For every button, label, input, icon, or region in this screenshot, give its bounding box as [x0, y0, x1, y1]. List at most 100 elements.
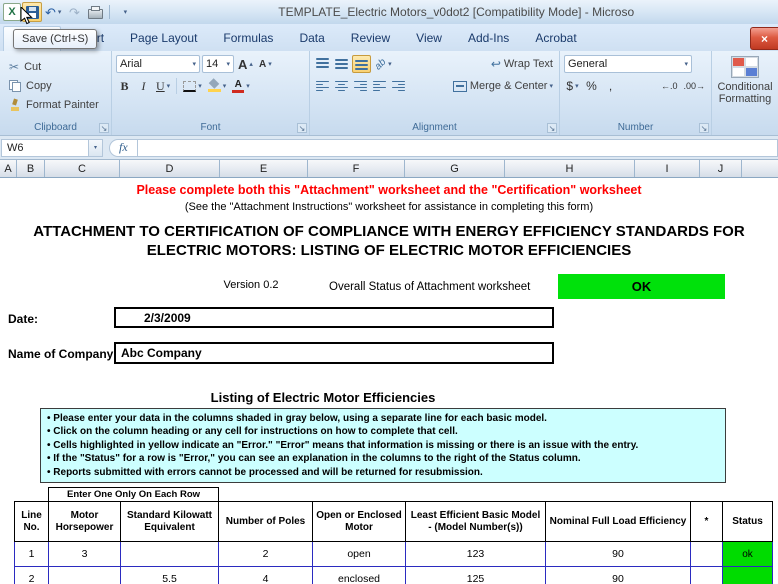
decrease-decimal-button[interactable]: .00→: [681, 77, 707, 95]
font-dialog-launcher[interactable]: ↘: [297, 123, 307, 133]
header-nominal-efficiency[interactable]: Nominal Full Load Efficiency: [546, 502, 691, 542]
print-button[interactable]: [85, 2, 105, 22]
font-color-button[interactable]: A▾: [230, 77, 252, 95]
align-top-button[interactable]: [314, 55, 331, 73]
merge-center-button[interactable]: Merge & Center▾: [451, 77, 555, 95]
underline-button[interactable]: U▾: [154, 77, 172, 95]
cell-poles[interactable]: 4: [219, 567, 313, 584]
copy-button[interactable]: Copy: [0, 76, 111, 95]
col-header-f[interactable]: F: [308, 160, 405, 177]
cell-efficiency[interactable]: 90: [546, 542, 691, 567]
grow-font-button[interactable]: A▴: [236, 55, 255, 73]
cell-open-enclosed[interactable]: enclosed: [313, 567, 406, 584]
align-center-button[interactable]: [333, 77, 350, 95]
cell-line-no[interactable]: 2: [15, 567, 49, 584]
cell-model[interactable]: 125: [406, 567, 546, 584]
tab-data[interactable]: Data: [286, 26, 337, 51]
tab-acrobat[interactable]: Acrobat: [522, 26, 589, 51]
cell-kilowatt[interactable]: [121, 542, 219, 567]
col-header-a[interactable]: A: [0, 160, 17, 177]
decrease-indent-button[interactable]: [371, 77, 388, 95]
cell-asterisk[interactable]: [691, 567, 723, 584]
comma-format-button[interactable]: ,: [602, 77, 619, 95]
header-number-of-poles[interactable]: Number of Poles: [219, 502, 313, 542]
header-motor-horsepower[interactable]: Motor Horsepower: [49, 502, 121, 542]
cell-poles[interactable]: 2: [219, 542, 313, 567]
borders-button[interactable]: ▾: [181, 77, 204, 95]
cell-model[interactable]: 123: [406, 542, 546, 567]
col-header-b[interactable]: B: [17, 160, 45, 177]
col-header-j[interactable]: J: [700, 160, 742, 177]
percent-format-button[interactable]: %: [583, 77, 600, 95]
fill-color-button[interactable]: ▾: [206, 77, 229, 95]
tab-page-layout[interactable]: Page Layout: [117, 26, 210, 51]
tab-review[interactable]: Review: [338, 26, 403, 51]
instruction-item: • Cells highlighted in yellow indicate a…: [47, 439, 719, 452]
redo-button[interactable]: ↷: [64, 2, 84, 22]
excel-app-icon[interactable]: X: [3, 3, 21, 21]
header-open-enclosed[interactable]: Open or Enclosed Motor: [313, 502, 406, 542]
format-painter-button[interactable]: Format Painter: [0, 95, 111, 114]
bold-button[interactable]: B: [116, 77, 133, 95]
alignment-dialog-launcher[interactable]: ↘: [547, 123, 557, 133]
cell-status[interactable]: ok: [723, 542, 773, 567]
tab-add-ins[interactable]: Add-Ins: [455, 26, 522, 51]
insert-function-button[interactable]: fx: [109, 139, 138, 157]
cell-status[interactable]: [723, 567, 773, 584]
overall-status-cell[interactable]: OK: [558, 274, 725, 299]
cell-open-enclosed[interactable]: open: [313, 542, 406, 567]
header-status[interactable]: Status: [723, 502, 773, 542]
col-header-partial[interactable]: [742, 160, 778, 177]
currency-format-button[interactable]: $▾: [564, 77, 581, 95]
align-bottom-button[interactable]: [352, 55, 371, 73]
qat-customize-button[interactable]: ▾: [114, 2, 134, 22]
save-tooltip: Save (Ctrl+S): [13, 29, 97, 49]
close-button[interactable]: ×: [750, 27, 778, 50]
cell-asterisk[interactable]: [691, 542, 723, 567]
conditional-formatting-button[interactable]: Conditional Formatting: [712, 56, 778, 105]
align-left-icon: [316, 80, 329, 92]
col-header-e[interactable]: E: [220, 160, 308, 177]
header-standard-kilowatt[interactable]: Standard Kilowatt Equivalent: [121, 502, 219, 542]
listing-title: Listing of Electric Motor Efficiencies: [40, 390, 606, 405]
number-format-select[interactable]: General▾: [564, 55, 692, 73]
align-right-button[interactable]: [352, 77, 369, 95]
cell-horsepower[interactable]: 3: [49, 542, 121, 567]
cell-efficiency[interactable]: 90: [546, 567, 691, 584]
chevron-down-icon: ▾: [549, 83, 553, 90]
wrap-text-button[interactable]: ↩Wrap Text: [489, 55, 555, 73]
header-line-no[interactable]: Line No.: [15, 502, 49, 542]
clipboard-group: ✂Cut Copy Format Painter Clipboard ↘: [0, 51, 112, 135]
shrink-font-button[interactable]: A▾: [257, 55, 274, 73]
tab-formulas[interactable]: Formulas: [210, 26, 286, 51]
tab-view[interactable]: View: [403, 26, 455, 51]
font-name-select[interactable]: Arial▾: [116, 55, 200, 73]
increase-decimal-button[interactable]: ←.0: [659, 77, 680, 95]
header-asterisk[interactable]: *: [691, 502, 723, 542]
formula-input[interactable]: [138, 139, 778, 157]
undo-button[interactable]: ↶▾: [43, 2, 63, 22]
col-header-i[interactable]: I: [635, 160, 700, 177]
company-input-cell[interactable]: Abc Company: [114, 342, 554, 364]
orientation-button[interactable]: ab▾: [373, 55, 394, 73]
align-middle-button[interactable]: [333, 55, 350, 73]
cell-line-no[interactable]: 1: [15, 542, 49, 567]
italic-button[interactable]: I: [135, 77, 152, 95]
font-size-select[interactable]: 14▾: [202, 55, 234, 73]
cut-button[interactable]: ✂Cut: [0, 57, 111, 76]
name-box[interactable]: W6: [1, 139, 89, 157]
col-header-c[interactable]: C: [45, 160, 120, 177]
cell-horsepower[interactable]: [49, 567, 121, 584]
clipboard-dialog-launcher[interactable]: ↘: [99, 123, 109, 133]
align-left-button[interactable]: [314, 77, 331, 95]
name-box-dropdown[interactable]: ▾: [89, 139, 103, 157]
col-header-g[interactable]: G: [405, 160, 505, 177]
col-header-h[interactable]: H: [505, 160, 635, 177]
merge-center-icon: [453, 81, 467, 92]
date-input-cell[interactable]: 2/3/2009: [114, 307, 554, 328]
header-least-efficient-model[interactable]: Least Efficient Basic Model - (Model Num…: [406, 502, 546, 542]
col-header-d[interactable]: D: [120, 160, 220, 177]
cell-kilowatt[interactable]: 5.5: [121, 567, 219, 584]
increase-indent-button[interactable]: [390, 77, 407, 95]
number-dialog-launcher[interactable]: ↘: [699, 123, 709, 133]
